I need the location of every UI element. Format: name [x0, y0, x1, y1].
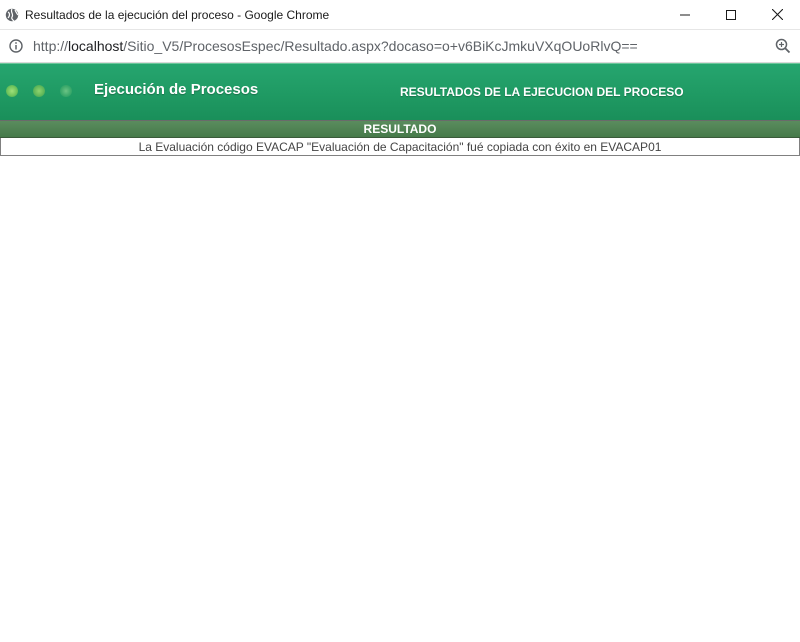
banner-dots — [6, 85, 87, 97]
window-titlebar: Resultados de la ejecución del proceso -… — [0, 0, 800, 30]
result-message: La Evaluación código EVACAP "Evaluación … — [138, 139, 662, 154]
result-table-header: RESULTADO — [0, 120, 800, 138]
header-banner: Ejecución de Procesos RESULTADOS DE LA E… — [0, 63, 800, 120]
url-host: localhost — [68, 38, 124, 54]
close-icon — [771, 9, 783, 20]
result-header-label: RESULTADO — [363, 122, 437, 136]
page-content: Ejecución de Procesos RESULTADOS DE LA E… — [0, 63, 800, 156]
zoom-icon[interactable] — [775, 38, 791, 54]
result-row: La Evaluación código EVACAP "Evaluación … — [0, 138, 800, 156]
info-icon[interactable] — [9, 38, 25, 54]
decor-dot-icon — [6, 85, 18, 97]
window-controls — [662, 0, 800, 29]
url-prefix: http:// — [33, 38, 69, 54]
url-path: /Sitio_V5/ProcesosEspec/Resultado.aspx?d… — [123, 38, 638, 54]
address-bar[interactable]: http://localhost/Sitio_V5/ProcesosEspec/… — [0, 30, 800, 63]
decor-dot-icon — [60, 85, 72, 97]
minimize-button[interactable] — [662, 0, 708, 29]
page-title: RESULTADOS DE LA EJECUCION DEL PROCESO — [400, 85, 684, 99]
globe-icon — [5, 8, 19, 22]
app-title: Ejecución de Procesos — [94, 81, 259, 98]
maximize-button[interactable] — [708, 0, 754, 29]
maximize-icon — [726, 9, 736, 20]
decor-dot-icon — [33, 85, 45, 97]
url-text[interactable]: http://localhost/Sitio_V5/ProcesosEspec/… — [33, 38, 638, 54]
window-title: Resultados de la ejecución del proceso -… — [25, 7, 330, 22]
close-button[interactable] — [754, 0, 800, 29]
minimize-icon — [680, 14, 690, 15]
